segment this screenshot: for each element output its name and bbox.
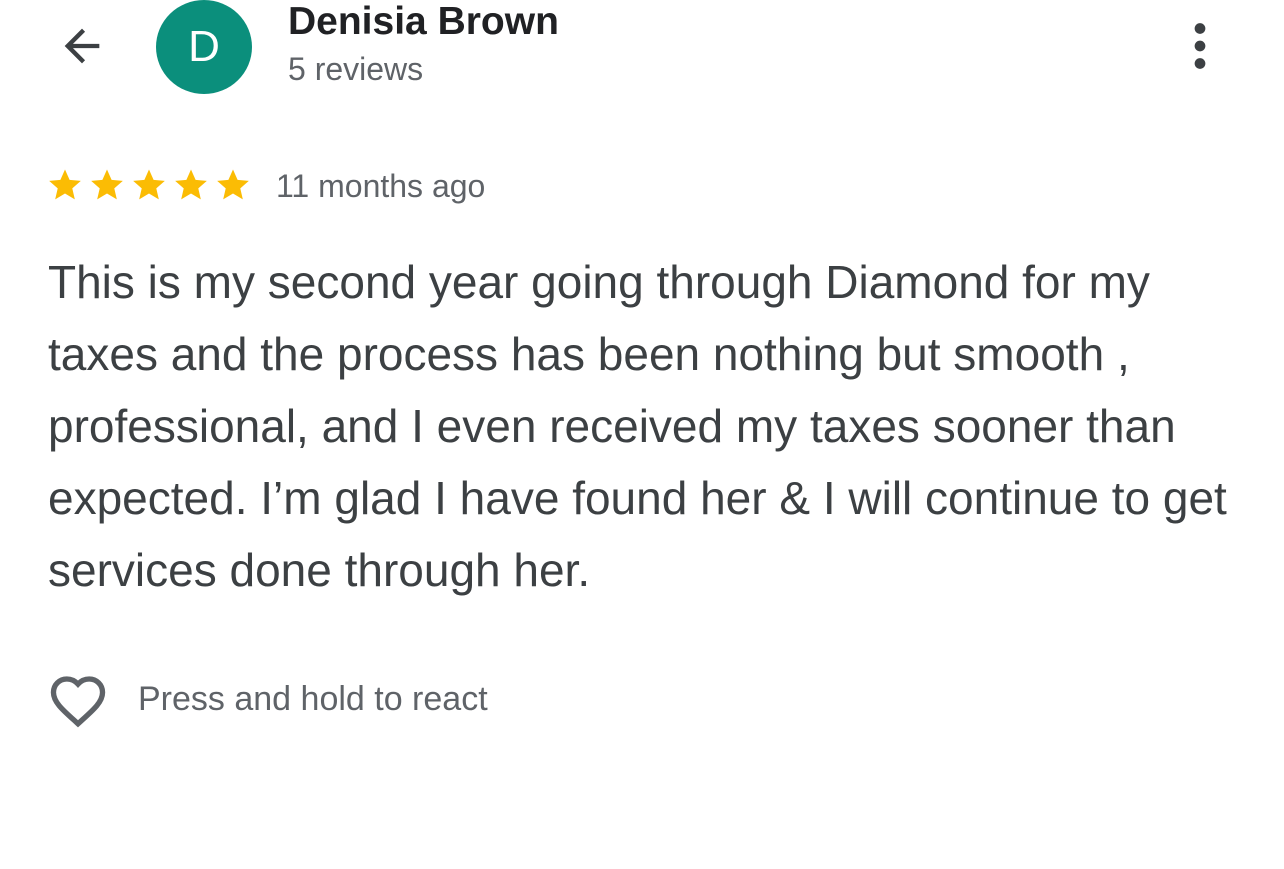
reaction-row: Press and hold to react <box>46 668 488 730</box>
star-icon <box>49 169 81 200</box>
more-options-button[interactable] <box>1172 14 1228 78</box>
more-vertical-icon <box>1194 23 1206 69</box>
review-text: This is my second year going through Dia… <box>48 256 1227 596</box>
star-rating <box>46 166 252 204</box>
arrow-left-icon <box>64 28 100 64</box>
react-hint: Press and hold to react <box>138 680 488 718</box>
star-icon <box>133 169 165 200</box>
star-icon <box>217 169 249 200</box>
avatar-letter: D <box>188 22 220 71</box>
star-icon <box>91 169 123 200</box>
reviewer-name[interactable]: Denisia Brown <box>288 0 559 44</box>
avatar[interactable]: D <box>156 0 252 94</box>
review-count: 5 reviews <box>288 51 424 87</box>
react-button[interactable] <box>46 668 110 730</box>
star-icon <box>175 169 207 200</box>
back-button[interactable] <box>50 14 114 78</box>
heart-outline-icon <box>50 676 106 728</box>
review-timestamp: 11 months ago <box>276 168 486 204</box>
